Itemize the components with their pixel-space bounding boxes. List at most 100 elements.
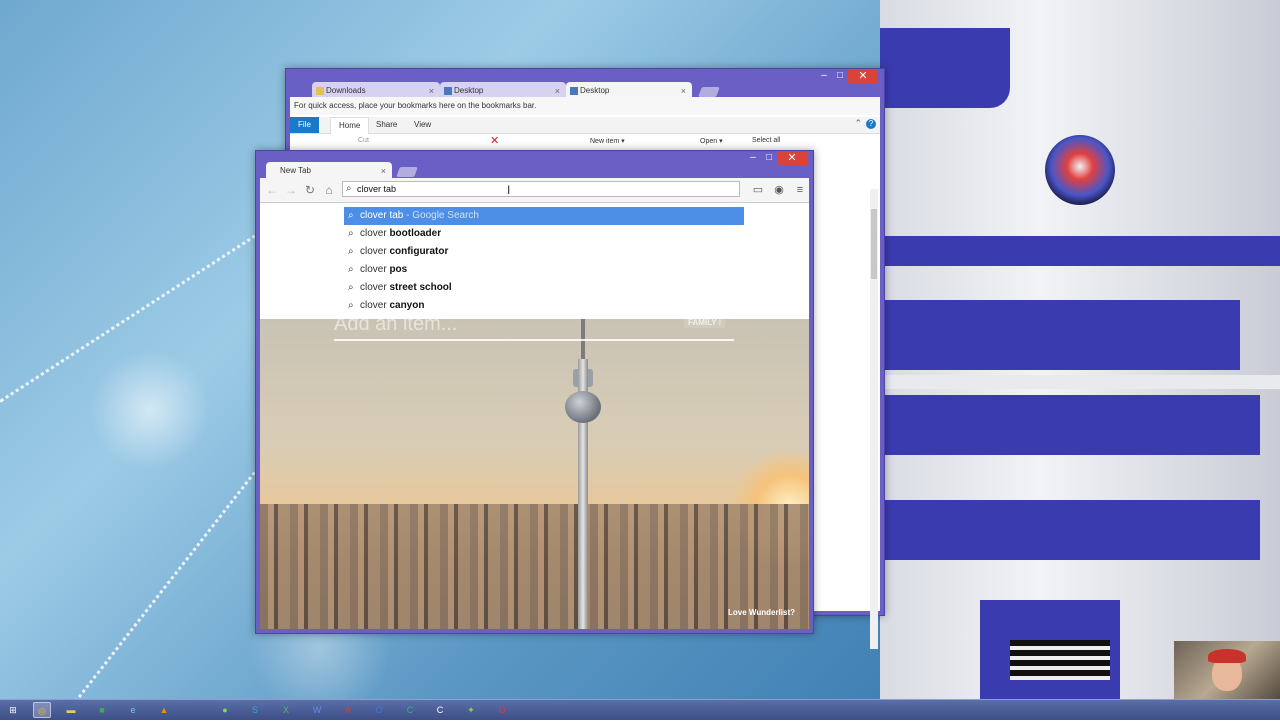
chrome-window[interactable]: – □ ✕ New Tab × ← → ↻ ⌂ ⌕ ▭ ◉ ≡ ⌕ clover… — [255, 150, 814, 634]
suggestion-bold: street school — [389, 282, 452, 293]
spotify-icon[interactable]: ● — [216, 702, 234, 718]
opera-icon[interactable]: O — [493, 702, 511, 718]
new-item-button[interactable]: New item ▾ — [590, 137, 625, 145]
search-icon: ⌕ — [348, 282, 354, 293]
chrome-window-controls: – □ ✕ — [745, 151, 807, 165]
select-all-button[interactable]: Select all — [752, 137, 780, 144]
person-cap — [1208, 649, 1246, 663]
suggestion-prefix: clover — [360, 264, 390, 275]
wallpaper-dotline — [0, 220, 278, 403]
suggestion-item[interactable]: ⌕ clover pos — [344, 261, 744, 279]
ribbon-tab-view[interactable]: View — [406, 117, 439, 133]
ribbon-tab-share[interactable]: Share — [368, 117, 405, 133]
cast-icon[interactable]: ▭ — [750, 182, 766, 198]
close-icon[interactable]: ✕ — [777, 151, 807, 165]
skype-icon[interactable]: S — [246, 702, 264, 718]
text-cursor-icon: I — [507, 183, 511, 197]
new-tab-background-photo: Add an item... FAMILY ⁝ Love Wunderlist? — [260, 319, 809, 629]
search-icon: ⌕ — [348, 210, 354, 221]
help-icon[interactable]: ? — [866, 119, 876, 129]
new-tab-button[interactable] — [698, 87, 720, 97]
minimize-icon[interactable]: – — [745, 151, 761, 165]
ribbon-tabs: File Home Share View — [290, 117, 880, 134]
cut-button[interactable]: Cut — [358, 137, 369, 144]
tab-label: Downloads — [326, 86, 366, 95]
suggestion-bold: pos — [389, 264, 408, 275]
extension-icon[interactable]: ◉ — [771, 182, 787, 198]
suggestion-prefix: clover — [360, 300, 390, 311]
ribbon-tab-file[interactable]: File — [290, 117, 319, 133]
word-icon[interactable]: W — [308, 702, 326, 718]
search-icon: ⌕ — [348, 300, 354, 311]
chevron-up-icon[interactable]: ⌃ — [854, 118, 862, 129]
tab-label: Desktop — [580, 86, 610, 95]
chrome-icon[interactable]: ◎ — [33, 702, 51, 718]
bookmarks-bar-message: For quick access, place your bookmarks h… — [290, 97, 880, 115]
tab-label: New Tab — [280, 166, 311, 175]
search-icon: ⌕ — [348, 228, 354, 239]
taskbar: ⊞ ◎ ▬ ■ e ▲ ● S X W A O C C ✦ O — [0, 699, 1280, 720]
r2-vent — [1010, 640, 1110, 680]
suggestion-text: clover tab — [360, 210, 404, 221]
suggestion-bold: configurator — [389, 246, 449, 257]
suggestion-bold: canyon — [389, 300, 425, 311]
search-icon: ⌕ — [348, 264, 354, 275]
maximize-icon[interactable]: □ — [832, 69, 848, 83]
list-selector[interactable]: FAMILY ⁝ — [684, 319, 726, 328]
scrollbar[interactable] — [870, 189, 878, 649]
suggestion-item[interactable]: ⌕ clover canyon — [344, 297, 744, 315]
explorer-icon[interactable]: ▬ — [62, 702, 80, 718]
ribbon-toolbar: Cut ✕ New item ▾ Open ▾ Select all — [290, 134, 880, 150]
acrobat-icon[interactable]: A — [339, 702, 357, 718]
excel-icon[interactable]: X — [277, 702, 295, 718]
r2-band — [880, 236, 1280, 266]
android-icon[interactable]: ✦ — [462, 702, 480, 718]
menu-icon[interactable]: ≡ — [792, 182, 808, 198]
reload-icon[interactable]: ↻ — [302, 182, 318, 198]
maximize-icon[interactable]: □ — [761, 151, 777, 165]
ribbon-tab-home[interactable]: Home — [330, 117, 370, 134]
city-skyline — [260, 504, 809, 629]
r2-band — [880, 395, 1260, 455]
open-button[interactable]: Open ▾ — [700, 137, 723, 145]
explorer-window-controls: – □ ✕ — [816, 69, 878, 83]
omnibox-suggestions: ⌕ clover tab - Google Search ⌕ clover bo… — [260, 203, 809, 319]
add-item-input[interactable]: Add an item... — [334, 319, 457, 336]
home-icon[interactable]: ⌂ — [321, 182, 337, 198]
back-icon[interactable]: ← — [264, 182, 280, 198]
search-icon: ⌕ — [346, 183, 352, 194]
suggestion-bold: bootloader — [389, 228, 442, 239]
desktop-icon — [570, 87, 578, 95]
scrollbar-thumb[interactable] — [871, 209, 877, 279]
suggestion-suffix: - Google Search — [403, 210, 479, 221]
add-item-underline — [334, 339, 734, 341]
suggestion-prefix: clover — [360, 282, 390, 293]
omnibox-input[interactable] — [357, 182, 727, 196]
r2-eye — [1045, 135, 1115, 205]
windows-logo-icon[interactable]: ⊞ — [4, 702, 22, 718]
r2-band — [880, 500, 1260, 560]
ie-icon[interactable]: e — [124, 702, 142, 718]
suggestion-item[interactable]: ⌕ clover street school — [344, 279, 744, 297]
c-app-icon[interactable]: C — [431, 702, 449, 718]
suggestion-item[interactable]: ⌕ clover configurator — [344, 243, 744, 261]
suggestion-item[interactable]: ⌕ clover bootloader — [344, 225, 744, 243]
excel-green-icon[interactable]: ■ — [93, 702, 111, 718]
suggestion-prefix: clover — [360, 246, 390, 257]
desktop-icon — [444, 87, 452, 95]
close-icon[interactable]: ✕ — [848, 69, 878, 83]
minimize-icon[interactable]: – — [816, 69, 832, 83]
tab-label: Desktop — [454, 86, 484, 95]
suggestion-prefix: clover — [360, 228, 390, 239]
omnibox[interactable]: ⌕ — [342, 181, 740, 197]
outlook-icon[interactable]: O — [370, 702, 388, 718]
forward-icon[interactable]: → — [283, 182, 299, 198]
camtasia-icon[interactable]: C — [401, 702, 419, 718]
suggestion-item[interactable]: ⌕ clover tab - Google Search — [344, 207, 744, 225]
folder-icon — [316, 87, 324, 95]
delete-icon[interactable]: ✕ — [490, 134, 499, 147]
new-tab-button[interactable] — [396, 167, 418, 177]
credit-link[interactable]: Love Wunderlist? — [728, 608, 795, 617]
webcam-overlay — [1174, 641, 1280, 703]
vlc-icon[interactable]: ▲ — [155, 702, 173, 718]
